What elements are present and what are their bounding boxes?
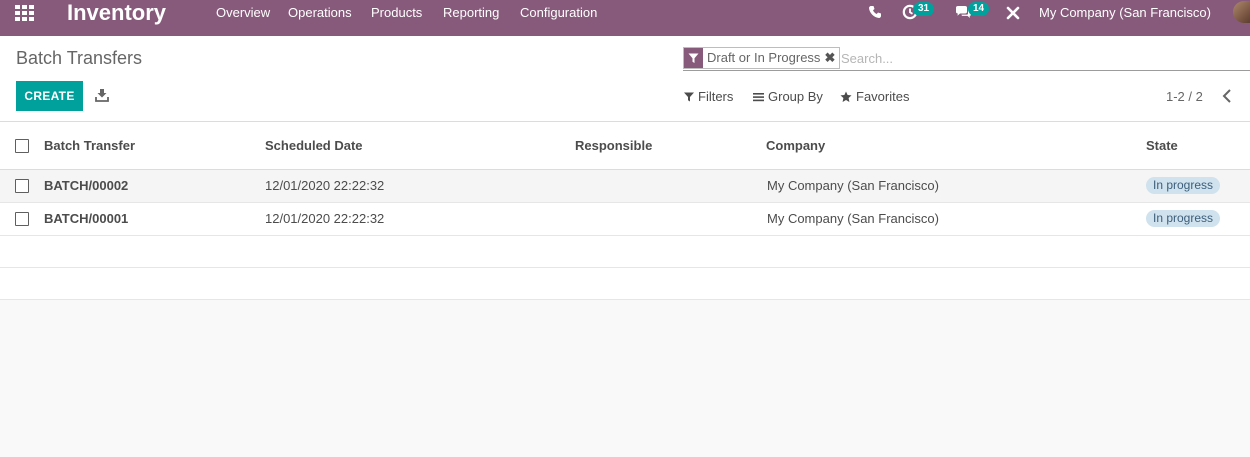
search-bar: Draft or In Progress ✖ (683, 46, 1250, 71)
state-cell: In progress (1146, 202, 1250, 236)
empty-table-row (0, 235, 1250, 268)
user-avatar[interactable] (1233, 1, 1250, 23)
empty-table-row (0, 267, 1250, 300)
scheduled-date-cell: 12/01/2020 22:22:32 (265, 169, 575, 203)
group-by-toggle[interactable]: Group By (753, 89, 823, 104)
download-icon[interactable] (95, 88, 109, 102)
search-facet: Draft or In Progress ✖ (683, 47, 841, 69)
responsible-cell (575, 169, 766, 203)
control-panel: Batch Transfers Draft or In Progress ✖ C… (0, 36, 1250, 122)
create-button[interactable]: CREATE (16, 81, 83, 111)
status-badge: In progress (1146, 210, 1221, 227)
batch-name-cell: BATCH/00002 (44, 169, 265, 203)
company-switcher[interactable]: My Company (San Francisco) (1039, 0, 1211, 26)
row-checkbox[interactable] (15, 179, 29, 194)
scheduled-date-cell: 12/01/2020 22:22:32 (265, 202, 575, 236)
filters-label: Filters (698, 89, 734, 104)
filter-icon (684, 92, 694, 101)
empty-cell (0, 267, 1250, 300)
select-all-cell (0, 122, 44, 170)
column-header-company[interactable]: Company (766, 122, 1146, 170)
filters-toggle[interactable]: Filters (684, 89, 733, 104)
menu-configuration[interactable]: Configuration (520, 0, 597, 26)
apps-menu-icon[interactable] (15, 5, 35, 23)
facet-label: Draft or In Progress (707, 50, 821, 65)
chevron-left-icon[interactable] (1220, 88, 1234, 104)
select-all-checkbox[interactable] (15, 139, 29, 154)
row-select-cell (0, 202, 44, 236)
top-navbar: Inventory Overview Operations Products R… (0, 0, 1250, 36)
star-icon (840, 91, 852, 102)
menu-operations[interactable]: Operations (288, 0, 352, 26)
status-badge: In progress (1146, 177, 1221, 194)
column-header-state[interactable]: State (1146, 122, 1250, 170)
facet-remove-icon[interactable]: ✖ (824, 48, 839, 68)
debug-tools-icon[interactable] (1006, 6, 1020, 20)
filter-facet-icon (684, 48, 703, 68)
group-by-label: Group By (768, 89, 823, 104)
pager-value[interactable]: 1-2 / 2 (1166, 89, 1203, 104)
app-title[interactable]: Inventory (67, 0, 166, 26)
activity-count-badge: 31 (913, 2, 935, 16)
state-cell: In progress (1146, 169, 1250, 203)
column-header-responsible[interactable]: Responsible (575, 122, 766, 170)
empty-cell (0, 235, 1250, 268)
search-input[interactable] (841, 48, 1241, 68)
phone-icon[interactable] (868, 5, 882, 19)
table-header-row: Batch Transfer Scheduled Date Responsibl… (0, 122, 1250, 170)
page-title: Batch Transfers (16, 48, 143, 68)
batch-transfer-table: Batch Transfer Scheduled Date Responsibl… (0, 122, 1250, 300)
company-cell: My Company (San Francisco) (766, 169, 1146, 203)
menu-reporting[interactable]: Reporting (443, 0, 499, 26)
menu-products[interactable]: Products (371, 0, 422, 26)
company-cell: My Company (San Francisco) (766, 202, 1146, 236)
responsible-cell (575, 202, 766, 236)
column-header-scheduled-date[interactable]: Scheduled Date (265, 122, 575, 170)
favorites-label: Favorites (856, 89, 910, 104)
message-count-badge: 14 (968, 2, 990, 16)
menu-overview[interactable]: Overview (216, 0, 270, 26)
list-bars-icon (753, 92, 764, 101)
row-checkbox[interactable] (15, 212, 29, 227)
table-row[interactable]: BATCH/00001 12/01/2020 22:22:32 My Compa… (0, 202, 1250, 236)
batch-name-cell: BATCH/00001 (44, 202, 265, 236)
table-row[interactable]: BATCH/00002 12/01/2020 22:22:32 My Compa… (0, 169, 1250, 203)
column-header-batch-transfer[interactable]: Batch Transfer (44, 122, 265, 170)
row-select-cell (0, 169, 44, 203)
favorites-toggle[interactable]: Favorites (840, 89, 909, 104)
